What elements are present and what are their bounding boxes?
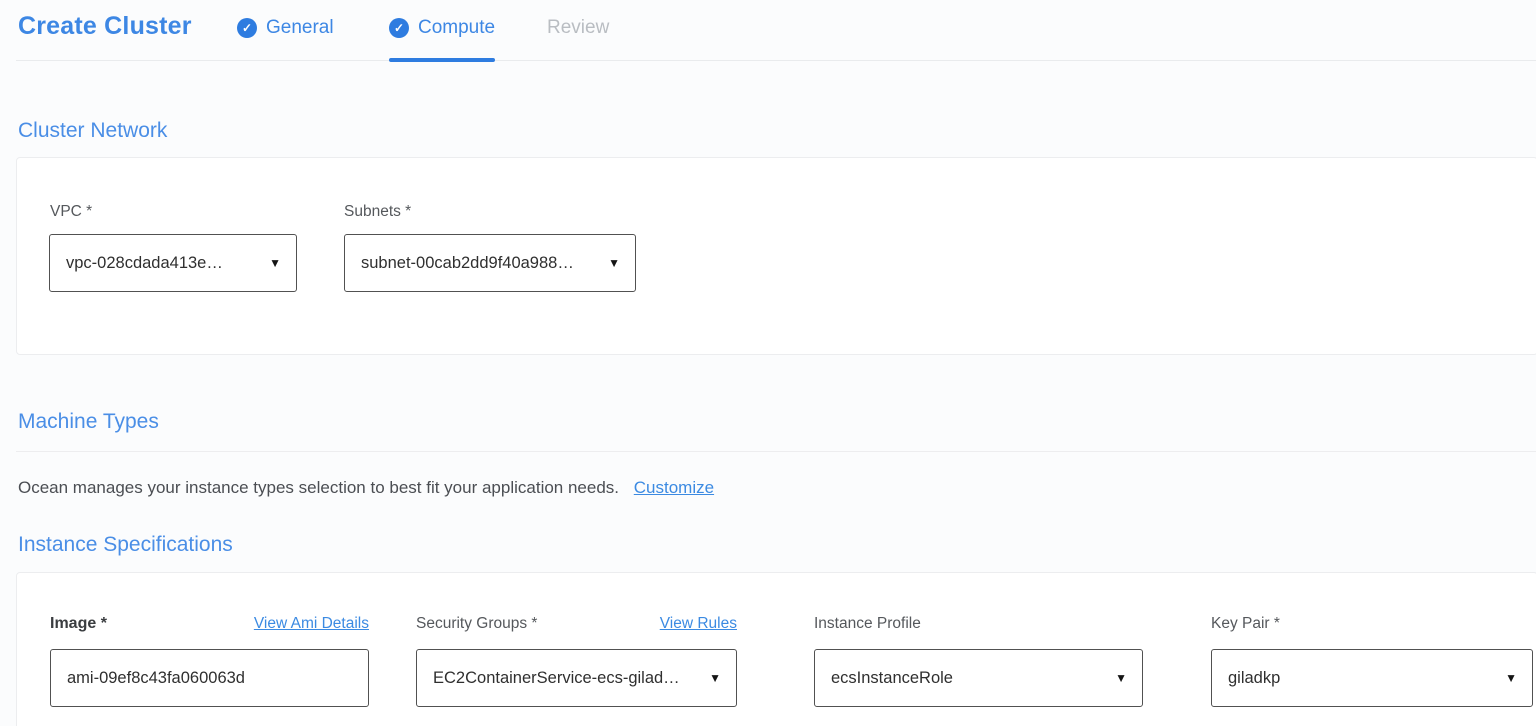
tab-compute-label: Compute	[418, 17, 495, 39]
machine-types-heading: Machine Types	[18, 410, 159, 434]
security-groups-field-header: Security Groups * View Rules	[416, 615, 737, 633]
image-field-header: Image * View Ami Details	[50, 615, 369, 633]
machine-types-description-row: Ocean manages your instance types select…	[18, 478, 714, 498]
active-tab-indicator	[389, 58, 495, 62]
instance-profile-label: Instance Profile	[814, 615, 921, 633]
tab-general[interactable]: ✓ General	[237, 17, 334, 39]
key-pair-field-header: Key Pair *	[1211, 615, 1533, 633]
subnets-select-value: subnet-00cab2dd9f40a988…	[361, 254, 574, 273]
security-groups-select-value: EC2ContainerService-ecs-gilad…	[433, 669, 680, 688]
header-divider	[16, 60, 1536, 61]
key-pair-label: Key Pair *	[1211, 615, 1280, 633]
machine-types-divider	[16, 451, 1536, 452]
vpc-select[interactable]: vpc-028cdada413e… ▼	[49, 234, 297, 292]
key-pair-select-value: giladkp	[1228, 669, 1280, 688]
customize-link[interactable]: Customize	[634, 478, 714, 497]
security-groups-label: Security Groups *	[416, 615, 537, 633]
view-ami-details-link[interactable]: View Ami Details	[254, 615, 369, 633]
instance-profile-field-header: Instance Profile	[814, 615, 1143, 633]
machine-types-description: Ocean manages your instance types select…	[18, 478, 619, 497]
instance-specifications-heading: Instance Specifications	[18, 533, 233, 557]
security-groups-select[interactable]: EC2ContainerService-ecs-gilad… ▼	[416, 649, 737, 707]
image-label: Image *	[50, 615, 107, 633]
tab-compute[interactable]: ✓ Compute	[389, 17, 495, 39]
key-pair-select[interactable]: giladkp ▼	[1211, 649, 1533, 707]
view-rules-link[interactable]: View Rules	[660, 615, 737, 633]
create-cluster-page: Create Cluster ✓ General ✓ Compute Revie…	[0, 0, 1536, 726]
subnets-select[interactable]: subnet-00cab2dd9f40a988… ▼	[344, 234, 636, 292]
chevron-down-icon: ▼	[608, 256, 620, 270]
check-circle-icon: ✓	[237, 18, 257, 38]
chevron-down-icon: ▼	[1115, 671, 1127, 685]
instance-profile-select-value: ecsInstanceRole	[831, 669, 953, 688]
chevron-down-icon: ▼	[709, 671, 721, 685]
check-circle-icon: ✓	[389, 18, 409, 38]
subnets-label: Subnets *	[344, 203, 411, 221]
chevron-down-icon: ▼	[269, 256, 281, 270]
tab-general-label: General	[266, 17, 334, 39]
image-input-wrapper	[50, 649, 369, 707]
chevron-down-icon: ▼	[1505, 671, 1517, 685]
vpc-select-value: vpc-028cdada413e…	[66, 254, 223, 273]
page-title: Create Cluster	[18, 12, 192, 41]
instance-profile-select[interactable]: ecsInstanceRole ▼	[814, 649, 1143, 707]
tab-review-label: Review	[547, 17, 609, 39]
image-input[interactable]	[67, 669, 353, 688]
tab-review[interactable]: Review	[547, 17, 609, 39]
cluster-network-heading: Cluster Network	[18, 119, 167, 143]
vpc-label: VPC *	[50, 203, 92, 221]
